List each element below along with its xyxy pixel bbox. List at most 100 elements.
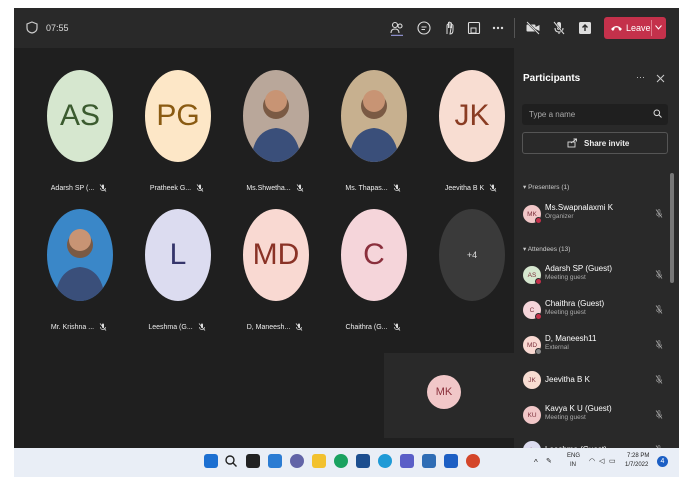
camera-off-icon[interactable] (525, 20, 541, 36)
chrome-icon[interactable] (334, 454, 348, 468)
search-icon[interactable] (224, 454, 238, 468)
volume-icon[interactable]: ◁ (599, 457, 604, 465)
task-view-icon[interactable] (246, 454, 260, 468)
participant-row[interactable]: JK Jeevitha B K (523, 367, 663, 397)
participant-name-label: Chaithra (G... (324, 323, 422, 331)
participant-avatar: C (341, 209, 407, 301)
video-tile[interactable]: C Chaithra (G... (324, 194, 422, 344)
mic-off-icon (655, 305, 663, 314)
participant-name-label: Ms.Shwetha... (226, 184, 324, 192)
panel-scrollbar[interactable] (670, 173, 674, 283)
share-icon (567, 138, 577, 148)
mail-icon[interactable] (422, 454, 436, 468)
participant-role: Meeting guest (545, 414, 586, 421)
video-tile[interactable]: Mr. Krishna ... (30, 194, 128, 344)
raise-hand-icon[interactable] (442, 20, 458, 36)
chat-icon[interactable] (416, 20, 432, 36)
language-label[interactable]: ENG (567, 453, 580, 459)
leave-button[interactable]: Leave (604, 17, 666, 39)
teams-chat-icon[interactable] (290, 454, 304, 468)
participant-role: Meeting guest (545, 309, 586, 316)
presence-status-icon (535, 313, 542, 320)
mic-off-icon (295, 323, 303, 331)
participant-photo (243, 70, 309, 162)
file-explorer-icon[interactable] (312, 454, 326, 468)
video-tile[interactable]: Ms. Thapas... (324, 55, 422, 205)
clock-date[interactable]: 1/7/2022 (625, 462, 648, 468)
search-input[interactable]: Type a name (522, 104, 668, 125)
word-icon[interactable] (444, 454, 458, 468)
search-icon (653, 109, 662, 118)
start-icon[interactable] (204, 454, 218, 468)
presence-status-icon (535, 217, 542, 224)
video-tile[interactable]: +4 (422, 194, 520, 344)
participant-name: Adarsh SP (... (50, 184, 95, 192)
video-tile[interactable]: AS Adarsh SP (... (30, 55, 128, 205)
clock-time[interactable]: 7:28 PM (627, 453, 649, 459)
rooms-icon[interactable] (466, 20, 482, 36)
participant-avatar: JK (439, 70, 505, 162)
participant-role: Meeting guest (545, 274, 586, 281)
participant-name-label: Leeshma (G... (128, 323, 226, 331)
edge-icon[interactable] (378, 454, 392, 468)
participant-name: Ms.Swapnalaxmi K (545, 203, 614, 212)
more-actions-icon[interactable] (490, 20, 506, 36)
mic-off-icon (198, 323, 205, 331)
video-tile[interactable]: MD D, Maneesh... (226, 194, 324, 344)
powerpoint-icon[interactable] (466, 454, 480, 468)
panel-title: Participants (523, 73, 581, 84)
participant-name: Ms.Shwetha... (246, 184, 291, 192)
video-tile[interactable]: JK Jeevitha B K (422, 55, 520, 205)
meeting-timer: 07:55 (46, 23, 69, 33)
participant-name-label: Jeevitha B K (422, 184, 520, 192)
participant-avatar: KU (523, 406, 541, 424)
teams-icon[interactable] (400, 454, 414, 468)
participant-row[interactable]: KU Kavya K U (Guest) Meeting guest (523, 402, 663, 432)
wifi-icon[interactable]: ◠ (589, 457, 595, 465)
video-tile[interactable]: PG Pratheek G... (128, 55, 226, 205)
participant-name: Jeevitha B K (545, 375, 590, 384)
panel-more-icon[interactable]: ··· (636, 72, 645, 82)
attendees-section-header[interactable]: ▾ Attendees (13) (523, 245, 570, 253)
show-hidden-icons-icon[interactable]: ^ (534, 458, 538, 467)
participants-icon[interactable] (389, 20, 405, 36)
video-tile[interactable]: L Leeshma (G... (128, 194, 226, 344)
participant-photo (341, 70, 407, 162)
participant-row[interactable]: MD D, Maneesh11 External (523, 332, 663, 362)
presence-status-icon (535, 278, 542, 285)
participant-photo (47, 209, 113, 301)
participant-row[interactable]: MK Ms.Swapnalaxmi K Organizer (523, 201, 663, 231)
battery-icon[interactable]: ▭ (609, 457, 616, 465)
close-icon[interactable] (656, 74, 665, 83)
mic-off-icon (655, 410, 663, 419)
presenters-label: Presenters (1) (528, 184, 570, 191)
chevron-down-icon[interactable] (655, 25, 662, 30)
share-invite-button[interactable]: Share invite (522, 132, 668, 154)
participant-avatar: +4 (439, 209, 505, 301)
store-icon[interactable] (356, 454, 370, 468)
participant-name: Leeshma (G... (148, 323, 193, 331)
presence-status-icon (535, 348, 542, 355)
mic-off-icon (196, 184, 204, 192)
person-photo-icon (55, 229, 105, 301)
share-screen-icon[interactable] (577, 20, 593, 36)
participant-name-label: Pratheek G... (128, 184, 226, 192)
participant-avatar: JK (523, 371, 541, 389)
pen-icon[interactable]: ✎ (546, 457, 552, 465)
participant-name: D, Maneesh... (246, 323, 291, 331)
self-video-tile[interactable]: MK (384, 353, 514, 438)
participant-row[interactable]: AS Adarsh SP (Guest) Meeting guest (523, 262, 663, 292)
participant-row[interactable]: C Chaithra (Guest) Meeting guest (523, 297, 663, 327)
region-label: IN (570, 462, 576, 468)
mic-off-icon[interactable] (551, 20, 567, 36)
mic-off-icon (99, 323, 107, 331)
participant-name: Mr. Krishna ... (50, 323, 95, 331)
teams-meeting-window: 07:55 Leave AS Adarsh SP (... PG Prathee… (14, 8, 679, 448)
person-photo-icon (349, 90, 399, 162)
presenters-section-header[interactable]: ▾ Presenters (1) (523, 183, 569, 191)
participant-row[interactable]: LLeeshma (Guest) (523, 437, 663, 448)
video-tile[interactable]: Ms.Shwetha... (226, 55, 324, 205)
widgets-icon[interactable] (268, 454, 282, 468)
notification-badge[interactable]: 4 (657, 456, 668, 467)
participant-avatar: L (523, 441, 541, 448)
